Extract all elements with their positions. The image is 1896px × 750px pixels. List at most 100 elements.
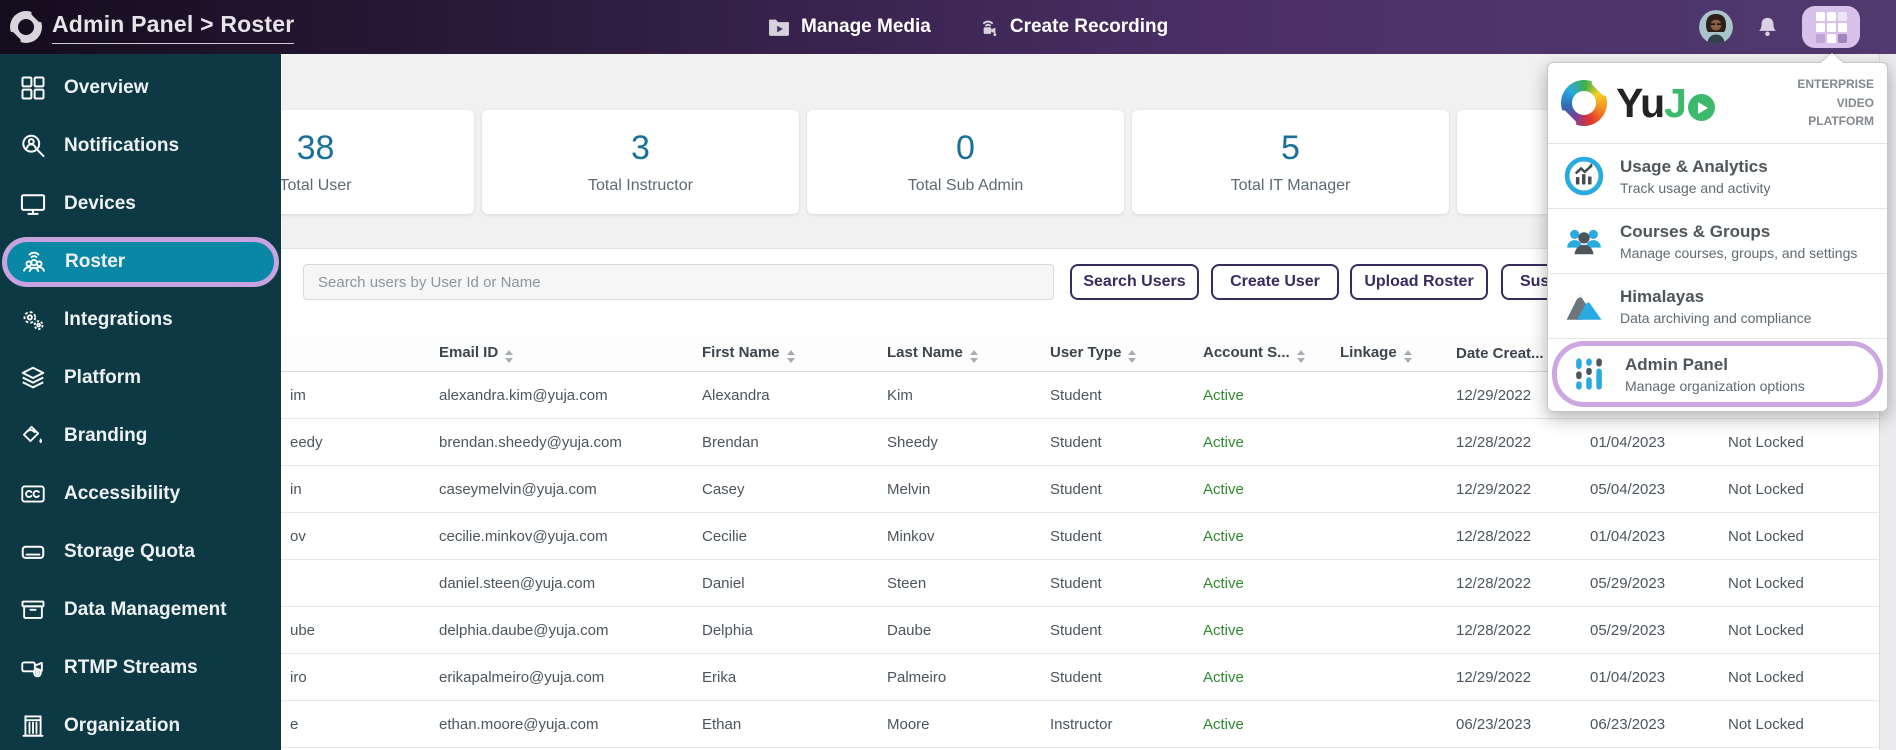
cell-last-name: Steen [880, 559, 1043, 607]
sidebar-item-icon [20, 248, 48, 276]
cell-account-status: Active [1196, 559, 1333, 607]
cell-first-name: Alexandra [695, 371, 880, 419]
cell-last-name: Minkov [880, 512, 1043, 560]
apps-menu-item-title: Courses & Groups [1620, 221, 1771, 241]
cell-first-name: Ethan [695, 700, 880, 748]
cell-user-type: Instructor [1043, 700, 1196, 748]
cell-email: daniel.steen@yuja.com [432, 559, 695, 607]
cell-account-status: Active [1196, 418, 1333, 466]
cell-first-name: Casey [695, 465, 880, 513]
table-row[interactable]: eedy brendan.sheedy@yuja.com Brendan She… [157, 418, 1880, 466]
sidebar-item-icon [19, 364, 47, 392]
cell-linkage [1333, 653, 1449, 701]
topbar-right [1699, 0, 1860, 54]
sidebar-item[interactable]: Branding [0, 407, 281, 465]
column-header[interactable]: Account S... [1196, 335, 1333, 372]
column-header-label: User Type [1050, 343, 1122, 361]
sort-icon [786, 349, 795, 363]
table-row[interactable]: daniel.steen@yuja.com Daniel Steen Stude… [157, 559, 1880, 607]
apps-menu-brand: Yu J ENTERPRISE VIDEO PLATFORM [1548, 63, 1887, 144]
apps-menu-item[interactable]: Admin Panel Manage organization options [1552, 341, 1883, 407]
sidebar-item[interactable]: Overview [0, 59, 281, 117]
sidebar-item-label: Branding [64, 425, 148, 446]
cell-last-name: Daube [880, 606, 1043, 654]
sidebar-item-label: Data Management [64, 599, 227, 620]
cell-linkage [1333, 606, 1449, 654]
cell-date-modified: 05/04/2023 [1583, 465, 1721, 513]
table-row[interactable]: e ethan.moore@yuja.com Ethan Moore Instr… [157, 700, 1880, 748]
sidebar-item[interactable]: Integrations [0, 291, 281, 349]
stat-card: 0 Total Sub Admin [807, 110, 1124, 214]
cell-date-created: 12/29/2022 [1449, 465, 1583, 513]
search-input[interactable] [303, 264, 1054, 300]
sidebar-item-icon [19, 480, 47, 508]
create-user-button[interactable]: Create User [1211, 264, 1339, 300]
cell-date-created: 12/28/2022 [1449, 559, 1583, 607]
table-row[interactable]: in caseymelvin@yuja.com Casey Melvin Stu… [157, 465, 1880, 513]
apps-menu-items: Usage & Analytics Track usage and activi… [1548, 144, 1887, 407]
table-row[interactable]: iro erikapalmeiro@yuja.com Erika Palmeir… [157, 653, 1880, 701]
apps-menu-item[interactable]: Himalayas Data archiving and compliance [1548, 274, 1887, 339]
sidebar-item-icon [19, 712, 47, 740]
sidebar-item[interactable]: Organization [0, 697, 281, 750]
column-header[interactable]: Last Name [880, 335, 1043, 372]
sidebar-item[interactable]: Data Management [0, 581, 281, 639]
sidebar: Overview Notifications Devices Roster In… [0, 54, 281, 750]
stat-card: 3 Total Instructor [482, 110, 799, 214]
column-header-label: First Name [702, 343, 780, 361]
cell-email: erikapalmeiro@yuja.com [432, 653, 695, 701]
apps-menu-caret [1821, 53, 1843, 63]
sidebar-item[interactable]: Notifications [0, 117, 281, 175]
cell-email: delphia.daube@yuja.com [432, 606, 695, 654]
folder-play-icon [766, 14, 792, 40]
sort-icon [1403, 349, 1412, 363]
apps-menu-item-icon [1562, 219, 1606, 263]
apps-menu-item-title: Himalayas [1620, 286, 1705, 306]
cell-user-type: Student [1043, 371, 1196, 419]
column-header[interactable]: Email ID [432, 335, 695, 372]
cell-lock-status: Not Locked [1721, 559, 1880, 607]
apps-menu-item-subtitle: Track usage and activity [1620, 179, 1771, 196]
sidebar-item-icon [19, 306, 47, 334]
column-header[interactable]: Linkage [1333, 335, 1449, 372]
sidebar-item[interactable]: Platform [0, 349, 281, 407]
sidebar-item-label: Devices [64, 193, 136, 214]
search-users-button[interactable]: Search Users [1070, 264, 1199, 300]
cell-last-name: Palmeiro [880, 653, 1043, 701]
cell-date-created: 12/28/2022 [1449, 418, 1583, 466]
cell-email: alexandra.kim@yuja.com [432, 371, 695, 419]
cell-linkage [1333, 559, 1449, 607]
apps-grid-button[interactable] [1802, 6, 1860, 48]
table-row[interactable]: ube delphia.daube@yuja.com Delphia Daube… [157, 606, 1880, 654]
manage-media-button[interactable]: Manage Media [766, 14, 931, 40]
stat-value: 3 [631, 129, 650, 167]
upload-roster-button[interactable]: Upload Roster [1350, 264, 1488, 300]
apps-menu-item-title: Admin Panel [1625, 354, 1728, 374]
create-recording-button[interactable]: Create Recording [975, 14, 1168, 40]
sidebar-item-label: RTMP Streams [64, 657, 198, 678]
apps-menu-item[interactable]: Usage & Analytics Track usage and activi… [1548, 144, 1887, 209]
stat-value: 5 [1281, 129, 1300, 167]
table-row[interactable]: ov cecilie.minkov@yuja.com Cecilie Minko… [157, 512, 1880, 560]
cell-user-type: Student [1043, 418, 1196, 466]
sidebar-item[interactable]: Devices [0, 175, 281, 233]
apps-menu-item-icon [1562, 154, 1606, 198]
cell-first-name: Daniel [695, 559, 880, 607]
cell-last-name: Moore [880, 700, 1043, 748]
cell-lock-status: Not Locked [1721, 700, 1880, 748]
sidebar-item-label: Roster [65, 251, 126, 272]
sidebar-item[interactable]: RTMP Streams [0, 639, 281, 697]
column-header[interactable]: User Type [1043, 335, 1196, 372]
user-avatar[interactable] [1699, 10, 1733, 44]
notifications-bell-icon[interactable] [1754, 14, 1781, 41]
cell-date-modified: 01/04/2023 [1583, 512, 1721, 560]
column-header[interactable]: First Name [695, 335, 880, 372]
sidebar-item[interactable]: Storage Quota [0, 523, 281, 581]
apps-menu-panel: Yu J ENTERPRISE VIDEO PLATFORM Usage & An… [1547, 53, 1888, 412]
cell-date-created: 06/23/2023 [1449, 700, 1583, 748]
sidebar-item[interactable]: Roster [2, 237, 279, 287]
apps-menu-item[interactable]: Courses & Groups Manage courses, groups,… [1548, 209, 1887, 274]
stat-label: Total IT Manager [1230, 177, 1351, 194]
sidebar-item[interactable]: Accessibility [0, 465, 281, 523]
apps-menu-item-icon [1562, 284, 1606, 328]
